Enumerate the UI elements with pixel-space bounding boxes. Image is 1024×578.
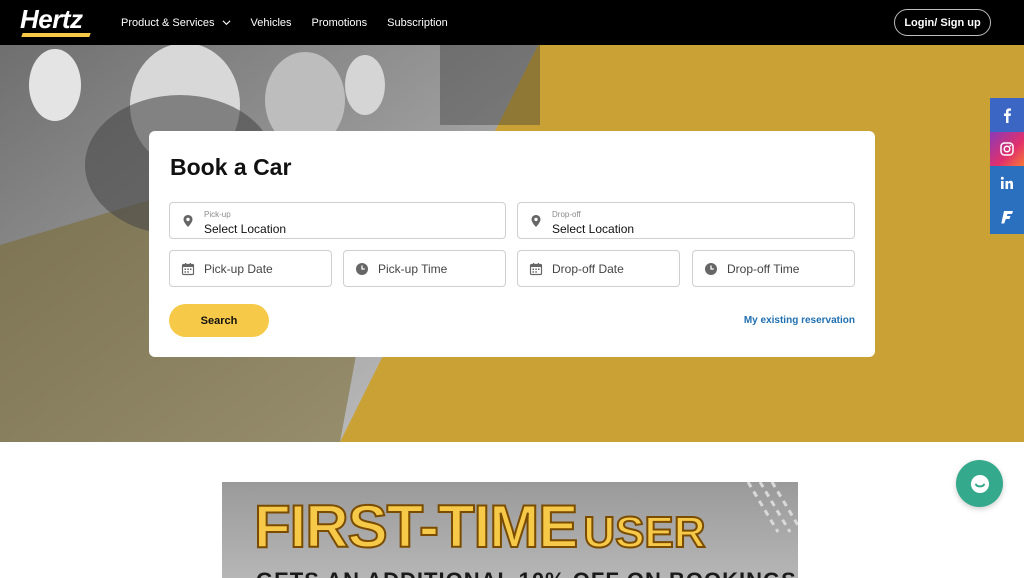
brand-f-glyph [1001,211,1013,224]
pickup-time-field[interactable]: Pick-up Time [343,250,506,287]
linkedin-glyph [1000,176,1013,189]
dropoff-date-placeholder: Drop-off Date [552,261,624,276]
promo-banner[interactable]: FIRST-TIMEUSER GETS AN ADDITIONAL 10% OF… [222,482,798,578]
dropoff-time-field[interactable]: Drop-off Time [692,250,855,287]
social-sidebar [990,98,1024,234]
banner-stripes [746,482,798,533]
nav-item-vehicles[interactable]: Vehicles [251,17,292,29]
logo-text: Hertz [20,4,83,34]
nav-item-subscription[interactable]: Subscription [387,17,448,29]
pickup-time-placeholder: Pick-up Time [378,261,448,276]
existing-reservation-link[interactable]: My existing reservation [744,315,855,326]
login-signup-button[interactable]: Login/ Sign up [894,9,991,36]
nav-item-products-services[interactable]: Product & Services [121,17,231,29]
nav-item-label: Subscription [387,16,448,29]
nav-item-label: Product & Services [121,16,215,29]
facebook-glyph [1004,108,1011,123]
pickup-date-field[interactable]: Pick-up Date [169,250,332,287]
location-pin-icon [183,214,193,227]
book-car-card: Book a Car Pick-up Select Location Drop-… [149,131,875,357]
location-pin-icon [531,214,541,227]
nav-item-label: Vehicles [250,16,292,29]
nav-item-promotions[interactable]: Promotions [312,17,368,29]
dropoff-date-field[interactable]: Drop-off Date [517,250,680,287]
pickup-label: Pick-up [204,210,231,219]
chat-button[interactable] [956,460,1003,507]
dropoff-time-placeholder: Drop-off Time [727,261,800,276]
calendar-icon [181,262,195,275]
logo-underline [21,33,91,37]
banner-headline: FIRST-TIME USER [253,492,707,561]
banner-headline-big: FIRST-TIME [253,492,579,561]
banner-subline: GETS AN ADDITIONAL 10% OFF ON BOOKINGS [256,568,797,578]
chat-icon [970,474,989,493]
dropoff-label: Drop-off [552,210,581,219]
calendar-icon [529,262,543,275]
instagram-icon[interactable] [990,132,1024,166]
dropoff-value: Select Location [552,222,635,236]
chevron-down-icon [222,20,231,26]
clock-icon [356,262,368,275]
card-title: Book a Car [170,154,292,180]
nav-item-label: Promotions [311,16,368,29]
pickup-value: Select Location [204,222,287,236]
main-nav: Product & Services Vehicles Promotions S… [121,0,468,45]
twitter-f-icon[interactable] [990,200,1024,234]
pickup-date-placeholder: Pick-up Date [204,261,273,276]
clock-icon [705,262,717,275]
instagram-glyph [1000,142,1014,156]
top-navbar: Hertz Product & Services Vehicles Promot… [0,0,1024,45]
linkedin-icon[interactable] [990,166,1024,200]
banner-headline-small: USER [582,507,706,558]
facebook-icon[interactable] [990,98,1024,132]
hertz-logo[interactable]: Hertz [20,4,91,38]
dropoff-location-field[interactable]: Drop-off Select Location [517,202,855,239]
pickup-location-field[interactable]: Pick-up Select Location [169,202,506,239]
search-button[interactable]: Search [169,304,269,337]
